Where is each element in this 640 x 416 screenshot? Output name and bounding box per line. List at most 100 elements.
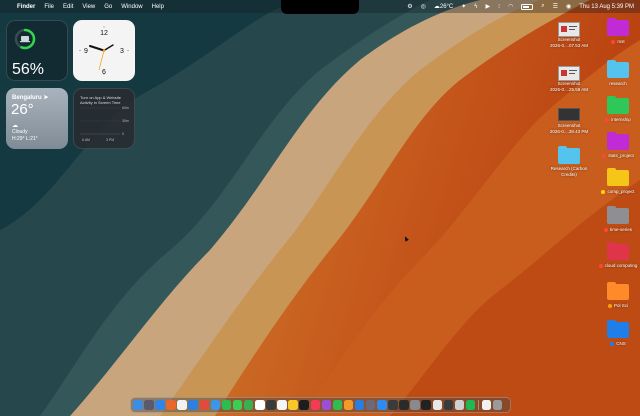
system-settings-icon[interactable]	[410, 400, 420, 410]
clock-numeral-9: 9	[84, 48, 88, 55]
brightness-icon[interactable]: ✦	[461, 3, 466, 10]
finder-icon[interactable]	[133, 400, 143, 410]
menu-edit[interactable]: Edit	[63, 4, 73, 10]
status-gear-icon[interactable]: ⚙	[407, 3, 412, 10]
dots-icon[interactable]: ⁝	[498, 3, 500, 10]
tv-icon[interactable]	[299, 400, 309, 410]
music-icon[interactable]	[310, 400, 320, 410]
weather-status-item[interactable]: ☁26°C	[434, 3, 453, 10]
wifi-icon[interactable]: ◠	[508, 3, 513, 10]
desktop-folder-mst[interactable]: mst	[598, 18, 638, 45]
desktop-screenshot-1[interactable]: Screenshot 2026-0....07.53 AM	[548, 22, 590, 48]
play-icon[interactable]: ▶	[485, 3, 490, 10]
siri-icon[interactable]: ◉	[566, 3, 571, 10]
screenshot-thumbnail	[558, 66, 580, 81]
folder-label-text: internship	[611, 117, 631, 122]
folder-label-text: comp_project	[607, 189, 635, 194]
folder-label: comp_project	[598, 189, 638, 195]
menu-window[interactable]: Window	[121, 4, 142, 10]
menu-help[interactable]: Help	[152, 4, 164, 10]
control-center-icon[interactable]: ☰	[553, 3, 558, 10]
clock-numeral-3: 3	[120, 48, 124, 55]
status-record-icon[interactable]: ◎	[421, 3, 426, 10]
launchpad-icon[interactable]	[144, 400, 154, 410]
calendar-icon[interactable]	[255, 400, 265, 410]
chrome-icon[interactable]	[199, 400, 210, 410]
app-menu-finder[interactable]: Finder	[17, 4, 35, 10]
downloads-stack-icon[interactable]	[481, 400, 491, 410]
battery-icon[interactable]	[521, 3, 534, 10]
photos-icon[interactable]	[177, 400, 187, 410]
desktop-folder-internship[interactable]: internship	[598, 96, 638, 123]
pages-icon[interactable]	[343, 400, 354, 410]
tag-dot	[598, 263, 603, 268]
app-store-icon[interactable]	[377, 400, 387, 410]
desktop-folder-pol-sci[interactable]: Pol Sci	[598, 282, 638, 309]
reminders-icon[interactable]	[277, 400, 287, 410]
bolt-icon[interactable]: ϟ	[474, 4, 477, 10]
desktop-folder-stats-project[interactable]: stats_project	[598, 132, 638, 159]
folder-label-text: research	[609, 81, 627, 86]
firefox-icon[interactable]	[166, 400, 176, 410]
weather-widget[interactable]: Bengaluru ➤ 26° ☁ Cloudy H:29° L:21°	[6, 88, 68, 149]
screenshot-thumbnail	[558, 22, 580, 37]
terminal-icon[interactable]	[399, 400, 409, 410]
notes-icon[interactable]	[266, 400, 276, 410]
screen-app-icon[interactable]	[443, 400, 454, 410]
tool-icon[interactable]	[454, 400, 465, 410]
utility-icon[interactable]	[388, 400, 398, 410]
battery-widget[interactable]: 56%	[6, 20, 68, 81]
numbers-icon[interactable]	[332, 400, 343, 410]
messages-icon[interactable]	[232, 400, 243, 410]
spotify-icon[interactable]	[465, 400, 476, 410]
screenshot-thumbnail	[558, 108, 580, 121]
phone-icon[interactable]	[243, 400, 254, 410]
trash-icon[interactable]	[492, 400, 503, 410]
folder-icon	[607, 18, 629, 36]
desktop-screenshot-3[interactable]: Screenshot 2026-0....38.43 PM	[548, 108, 590, 134]
screen-time-tick-60m: 60m	[122, 106, 129, 110]
dock-separator	[477, 400, 479, 410]
folder-label: research	[598, 81, 638, 87]
screenshot-date: 2026-0....07.53 AM	[549, 42, 589, 48]
activity-monitor-icon[interactable]	[421, 400, 431, 410]
mail-icon[interactable]	[188, 400, 198, 410]
stickies-icon[interactable]	[288, 400, 298, 410]
menu-bar-right: ⚙ ◎ ☁26°C ✦ ϟ ▶ ⁝ ◠ ⌕ ☰ ◉ Thu 13 Aug 5:3…	[407, 0, 634, 13]
desktop-folder-research-carbon[interactable]: Research (Carbon Credits)	[544, 146, 594, 177]
desktop-screenshot-2[interactable]: Screenshot 2026-0....25.58 AM	[548, 66, 590, 92]
clock-widget[interactable]: 12 3 6 9	[73, 20, 135, 81]
menu-view[interactable]: View	[82, 4, 95, 10]
keynote-icon[interactable]	[354, 400, 365, 410]
folder-label-text: mst	[617, 39, 625, 44]
facetime-icon[interactable]	[221, 400, 232, 410]
folder-icon	[607, 242, 629, 260]
desktop-folder-research[interactable]: research	[598, 60, 638, 87]
desktop-folder-comp-project[interactable]: comp_project	[598, 168, 638, 195]
menu-file[interactable]: File	[44, 4, 54, 10]
menu-go[interactable]: Go	[104, 4, 112, 10]
folder-icon	[607, 60, 629, 78]
folder-label: CNS	[598, 341, 638, 347]
menu-clock[interactable]: Thu 13 Aug 5:39 PM	[579, 4, 634, 10]
screen-time-tick-0: 0	[122, 132, 124, 136]
folder-label-text: time-series	[609, 227, 632, 232]
screen-time-widget[interactable]: Turn on App & Website Activity in Screen…	[73, 88, 135, 149]
desktop-folder-cloud-computing[interactable]: cloud computing	[598, 242, 638, 269]
dock	[130, 397, 511, 413]
desktop-folder-time-series[interactable]: time-series	[598, 206, 638, 233]
desktop-folder-cns[interactable]: CNS	[598, 320, 638, 347]
instruments-icon[interactable]	[365, 400, 376, 410]
folder-label: time-series	[598, 227, 638, 233]
finder-2-icon[interactable]	[210, 400, 221, 410]
tag-dot	[607, 303, 612, 308]
search-icon[interactable]: ⌕	[541, 3, 544, 10]
safari-icon[interactable]	[155, 400, 165, 410]
clock-numeral-6: 6	[102, 69, 106, 76]
folder-label: mst	[598, 39, 638, 45]
font-book-icon[interactable]	[432, 400, 443, 410]
weather-city: Bengaluru ➤	[12, 95, 49, 101]
folder-icon	[607, 320, 629, 338]
weather-status-text: 26°C	[439, 4, 454, 10]
podcasts-icon[interactable]	[321, 400, 332, 410]
